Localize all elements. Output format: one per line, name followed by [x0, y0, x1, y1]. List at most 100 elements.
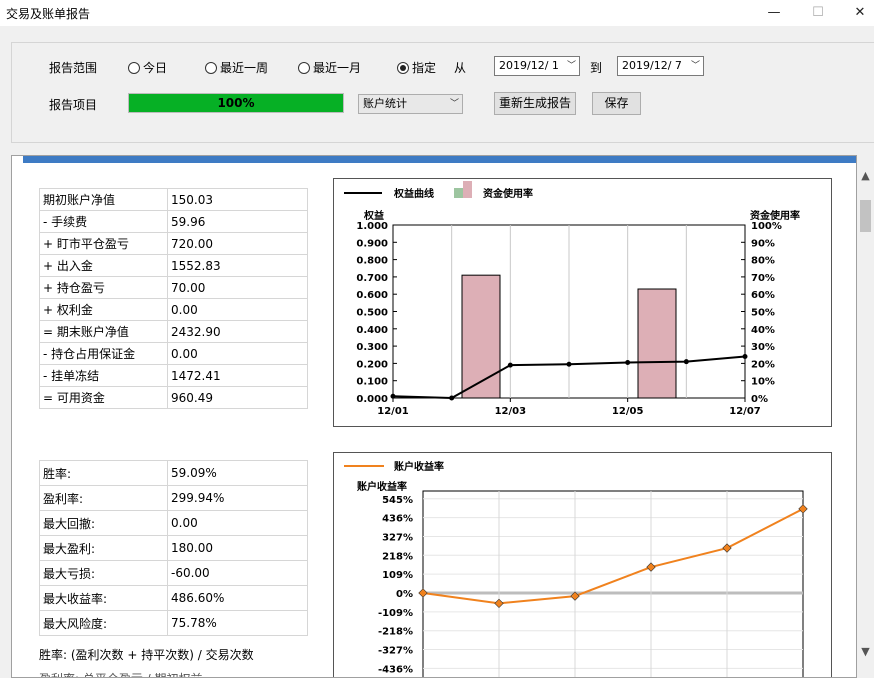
- y-axis-title: 账户收益率: [357, 480, 407, 493]
- scroll-thumb[interactable]: [860, 200, 871, 232]
- usage-bar: [637, 288, 677, 399]
- account-row: - 持仓占用保证金 0.00: [39, 342, 308, 365]
- y-tick-label: 0.900: [356, 238, 388, 249]
- performance-value: 59.09%: [167, 460, 308, 486]
- report-view[interactable]: 期初账户净值 150.03- 手续费 59.96 + 盯市平仓盈亏 720.00 + 出入…: [11, 155, 857, 678]
- performance-label: 最大收益率:: [39, 585, 168, 611]
- title-bar: 交易及账单报告 — ☐ ✕: [0, 0, 874, 26]
- report-range-label: 报告范围: [49, 61, 98, 75]
- account-label: - 挂单冻结: [39, 364, 168, 387]
- maximize-button[interactable]: ☐: [796, 0, 840, 26]
- equity-point: [449, 395, 455, 401]
- y-tick-label: -218%: [378, 627, 413, 638]
- legend-equity-label: 权益曲线: [393, 187, 434, 200]
- radio-dot-custom: [397, 61, 409, 74]
- account-label: + 盯市平仓盈亏: [39, 232, 168, 255]
- y-tick-label: 0.000: [356, 394, 388, 405]
- performance-value: 299.94%: [167, 485, 308, 511]
- account-label: = 可用资金: [39, 386, 168, 409]
- y-tick-label: 0.300: [356, 342, 388, 353]
- chevron-down-icon: ﹀: [566, 61, 576, 71]
- scroll-down-arrow-icon[interactable]: ▼: [857, 645, 874, 658]
- equity-point: [507, 362, 513, 368]
- x-tick-label: 12/01: [377, 406, 409, 417]
- report-header-bar: [23, 156, 856, 163]
- radio-last-month[interactable]: 最近一月: [298, 59, 361, 76]
- account-label: + 出入金: [39, 254, 168, 277]
- y2-tick-label: 50%: [751, 308, 775, 319]
- account-row: = 可用资金 960.49: [39, 386, 308, 409]
- radio-today[interactable]: 今日: [128, 59, 167, 76]
- legend-usage-label: 资金使用率: [483, 187, 533, 200]
- y2-tick-label: 0%: [751, 394, 768, 405]
- equity-point: [390, 393, 396, 399]
- account-row: + 出入金 1552.83: [39, 254, 308, 277]
- performance-value: 75.78%: [167, 610, 308, 636]
- y-tick-label: 0.400: [356, 325, 388, 336]
- to-date-picker[interactable]: 2019/12/ 7 ﹀: [617, 56, 704, 76]
- radio-custom[interactable]: 指定: [397, 59, 436, 76]
- report-window: 交易及账单报告 — ☐ ✕ 报告范围 今日 最近一周 最近一月 指定 从 201…: [0, 0, 874, 678]
- scroll-up-arrow-icon[interactable]: ▲: [857, 169, 874, 182]
- y2-tick-label: 10%: [751, 377, 775, 388]
- performance-value: 0.00: [167, 510, 308, 536]
- performance-value: 180.00: [167, 535, 308, 561]
- account-value: 0.00: [167, 342, 308, 365]
- account-value: 2432.90: [167, 320, 308, 343]
- regenerate-report-button[interactable]: 重新生成报告: [494, 92, 576, 115]
- close-button[interactable]: ✕: [838, 0, 874, 26]
- account-row: = 期末账户净值 2432.90: [39, 320, 308, 343]
- radio-last-week[interactable]: 最近一周: [205, 59, 268, 76]
- account-value: 720.00: [167, 232, 308, 255]
- to-label: 到: [590, 61, 603, 75]
- account-label: 期初账户净值: [39, 188, 168, 211]
- account-summary-table: 期初账户净值 150.03- 手续费 59.96 + 盯市平仓盈亏 720.00 + 出入…: [39, 188, 308, 409]
- y-tick-label: 0.500: [356, 308, 388, 319]
- radio-custom-label: 指定: [412, 61, 437, 75]
- account-label: = 期末账户净值: [39, 320, 168, 343]
- account-row: - 手续费 59.96: [39, 210, 308, 233]
- progress-text: 100%: [217, 96, 255, 110]
- legend-usage-swatch-pink: [463, 181, 472, 198]
- report-item-select[interactable]: 账户统计 ﹀: [358, 94, 463, 114]
- y-tick-label: 109%: [382, 570, 413, 581]
- y-tick-label: 218%: [382, 551, 413, 562]
- account-row: + 持仓盈亏 70.00: [39, 276, 308, 299]
- save-button[interactable]: 保存: [592, 92, 641, 115]
- radio-last-week-label: 最近一周: [220, 61, 269, 75]
- performance-table: 胜率: 59.09% 盈利率: 299.94% 最大回撤: 0.00 最大盈利: 180.00…: [39, 460, 308, 636]
- y2-tick-label: 40%: [751, 325, 775, 336]
- vertical-scrollbar[interactable]: ▲ ▼: [857, 155, 874, 678]
- y-tick-label: 436%: [382, 514, 413, 525]
- account-row: - 挂单冻结 1472.41: [39, 364, 308, 387]
- y2-tick-label: 80%: [751, 256, 775, 267]
- performance-row: 盈利率: 299.94%: [39, 485, 308, 511]
- from-label: 从: [454, 61, 467, 75]
- account-label: + 权利金: [39, 298, 168, 321]
- report-item-value: 账户统计: [363, 97, 407, 110]
- account-value: 1552.83: [167, 254, 308, 277]
- equity-point: [683, 359, 689, 365]
- legend-return-label: 账户收益率: [394, 460, 444, 473]
- y-tick-label: 1.000: [356, 221, 388, 232]
- performance-row: 最大回撤: 0.00: [39, 510, 308, 536]
- from-date-picker[interactable]: 2019/12/ 1 ﹀: [494, 56, 580, 76]
- performance-label: 最大回撤:: [39, 510, 168, 536]
- from-date-value: 2019/12/ 1: [499, 59, 559, 72]
- account-value: 960.49: [167, 386, 308, 409]
- y2-tick-label: 20%: [751, 359, 775, 370]
- radio-today-label: 今日: [143, 61, 168, 75]
- account-value: 1472.41: [167, 364, 308, 387]
- minimize-button[interactable]: —: [752, 0, 796, 26]
- equity-chart: 权益曲线 资金使用率 权益 资金使用率 0.000 0.100 0.200 0.300 0.40…: [333, 178, 832, 427]
- performance-row: 最大风险度: 75.78%: [39, 610, 308, 636]
- report-settings-panel: 报告范围 今日 最近一周 最近一月 指定 从 2019/12/ 1 ﹀ 到 20…: [11, 42, 874, 143]
- profit-rate-note: 盈利率: 总平仓盈亏 / 期初权益: [39, 670, 203, 677]
- y-tick-label: 0.700: [356, 273, 388, 284]
- performance-label: 最大亏损:: [39, 560, 168, 586]
- y2-tick-label: 100%: [751, 221, 782, 232]
- progress-bar: 100%: [128, 93, 344, 113]
- account-value: 70.00: [167, 276, 308, 299]
- window-title: 交易及账单报告: [6, 7, 91, 21]
- y-tick-label: -109%: [378, 608, 413, 619]
